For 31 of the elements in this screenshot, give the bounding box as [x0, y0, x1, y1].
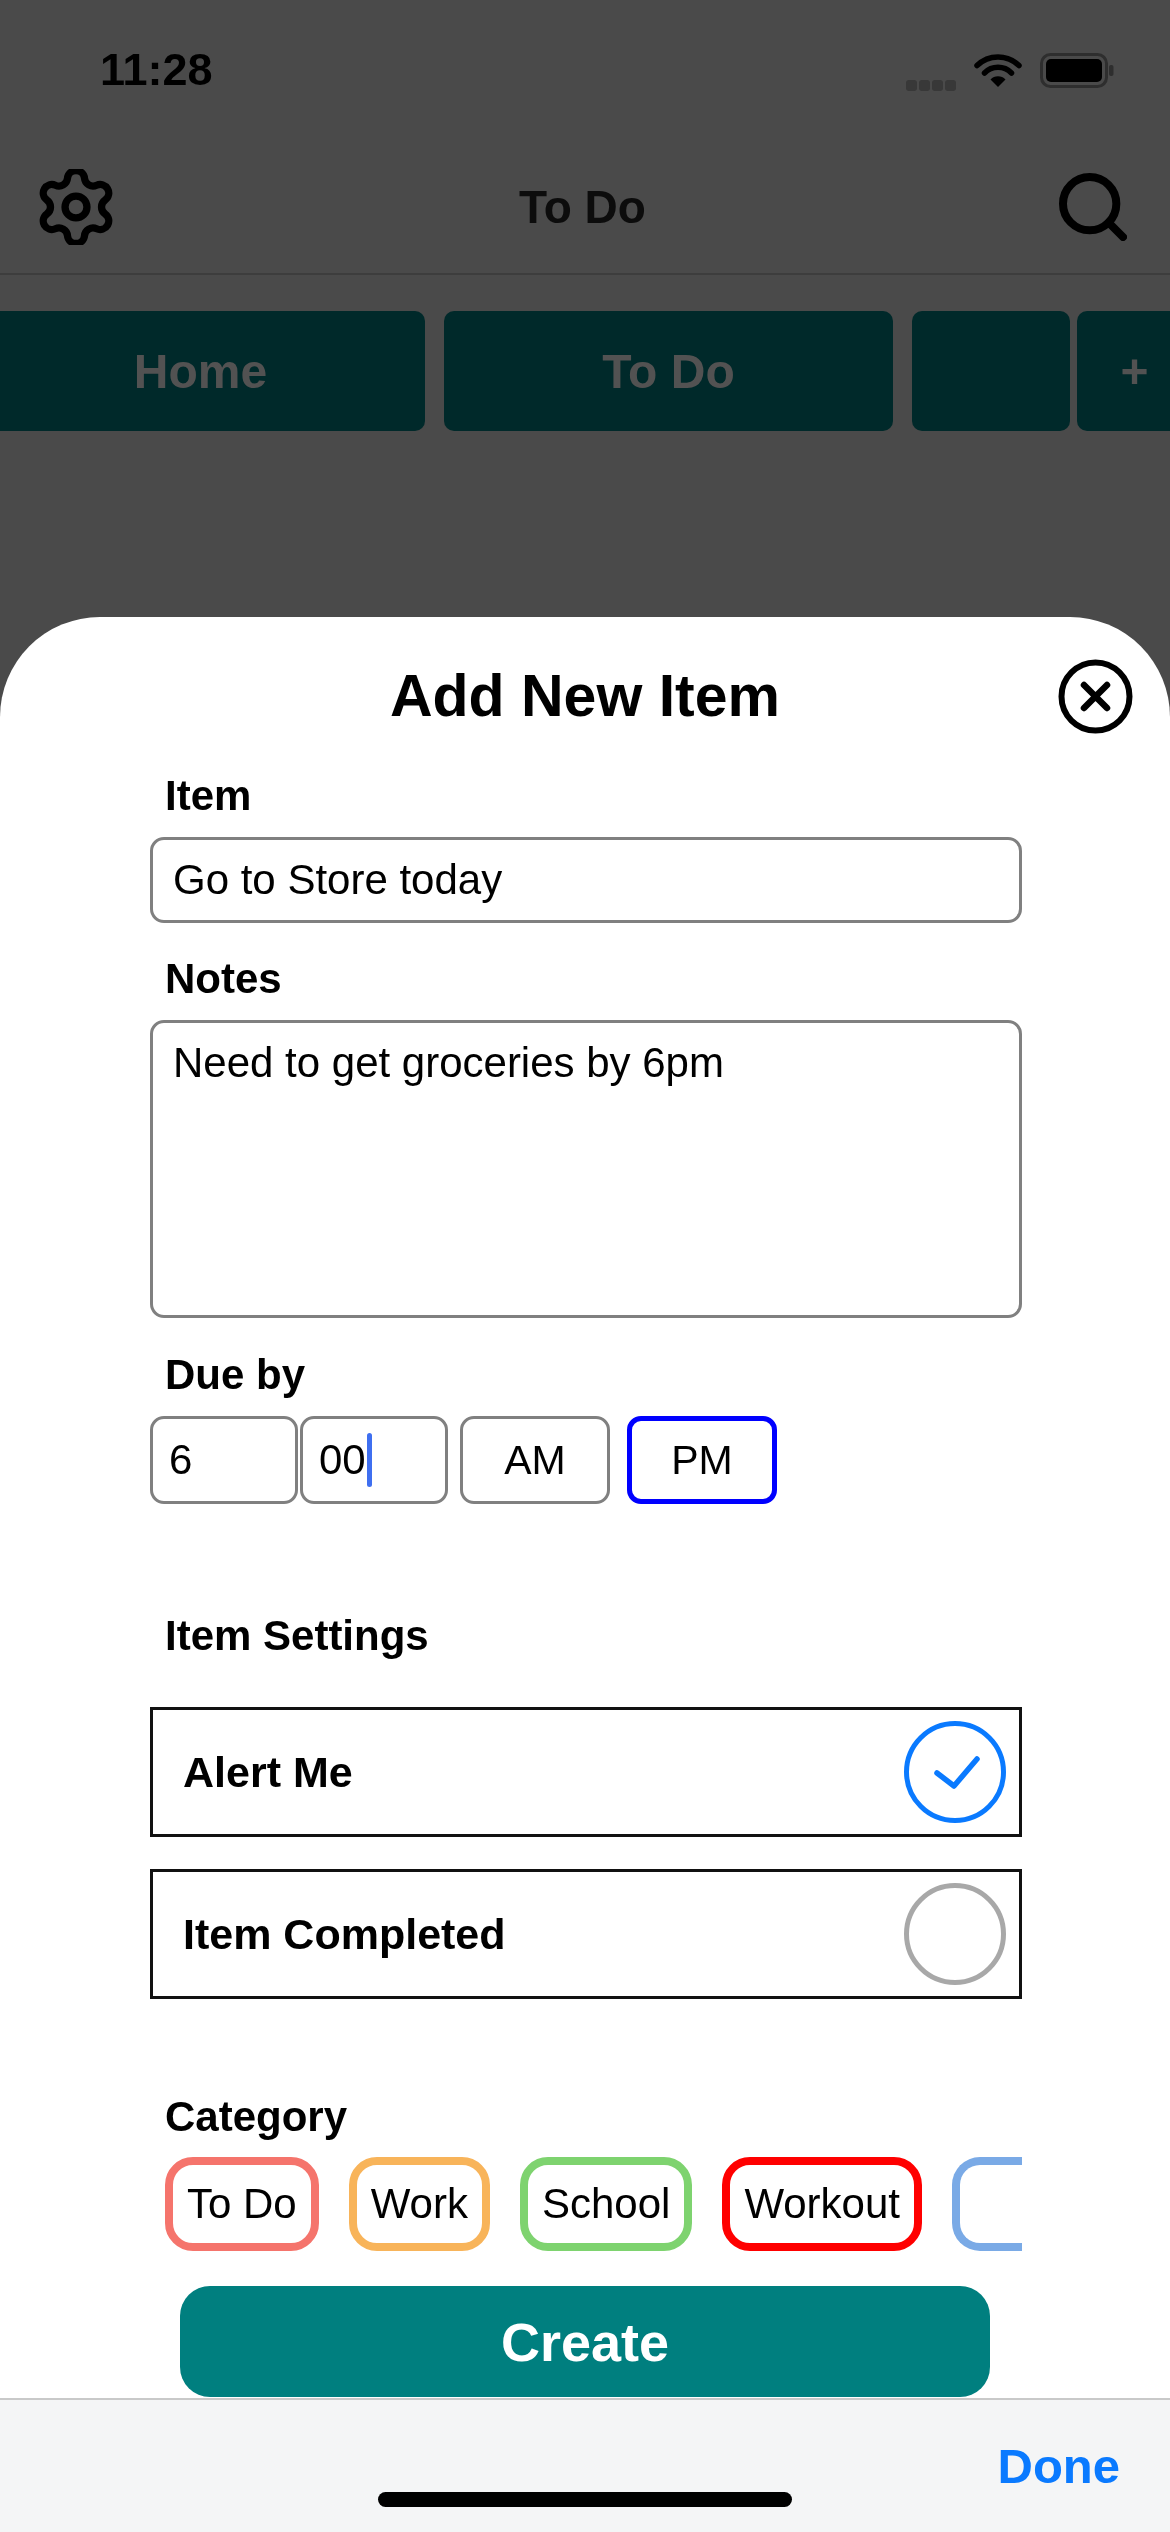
category-chip[interactable]: To Do: [165, 2157, 319, 2251]
minute-input-field[interactable]: 00: [300, 1416, 448, 1504]
field-label: Item: [164, 773, 252, 819]
search-icon[interactable]: [1059, 172, 1127, 241]
category-chip[interactable]: [952, 2157, 1022, 2251]
period-button[interactable]: PM: [627, 1416, 777, 1504]
category-chip[interactable]: Workout: [722, 2157, 922, 2251]
checkbox[interactable]: [904, 1883, 1006, 1985]
checkbox[interactable]: [904, 1721, 1006, 1823]
category-chip[interactable]: Work: [348, 2157, 490, 2251]
battery-icon: [1040, 52, 1114, 88]
create-button[interactable]: Create: [180, 2286, 990, 2397]
setting-label: Item Completed: [183, 1909, 506, 1959]
wifi-icon: [974, 52, 1022, 88]
section-heading: Category: [164, 2094, 348, 2140]
period-button[interactable]: AM: [460, 1416, 610, 1504]
category-chip[interactable]: School: [519, 2157, 693, 2251]
notes-text-area[interactable]: Need to get groceries by 6pm: [150, 1020, 1022, 1318]
hour-input-field[interactable]: 6: [150, 1416, 298, 1504]
field-label: Due by: [164, 1352, 306, 1398]
close-icon[interactable]: [1058, 658, 1133, 734]
field-label: Notes: [164, 956, 282, 1002]
nav-title: To Do: [519, 179, 646, 235]
setting-label: Alert Me: [183, 1747, 353, 1797]
status-time: 11:28: [100, 44, 213, 96]
done-button[interactable]: Done: [997, 2437, 1120, 2495]
sheet-title: Add New Item: [389, 662, 781, 731]
text-cursor-icon: [366, 1433, 372, 1487]
item-input-field[interactable]: Go to Store today: [150, 837, 1022, 923]
section-heading: Item Settings: [164, 1613, 429, 1659]
settings-icon[interactable]: [38, 168, 114, 245]
